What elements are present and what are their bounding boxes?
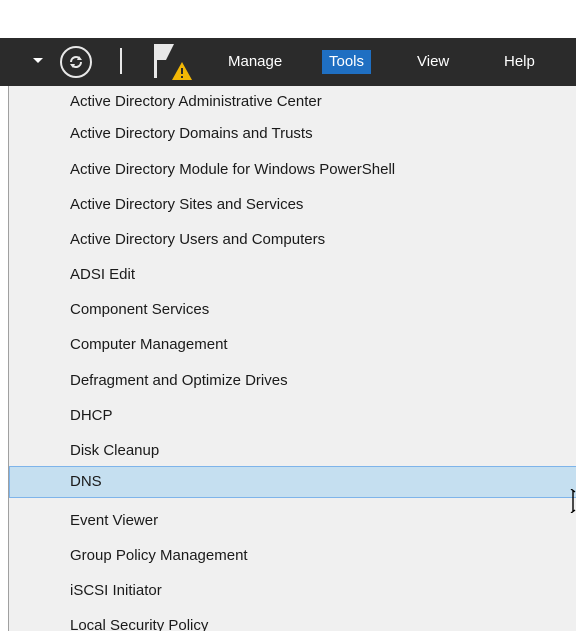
menu-item-label: iSCSI Initiator (70, 582, 162, 599)
menu-item-adsi-edit[interactable]: ADSI Edit (9, 259, 576, 291)
menu-item-label: Event Viewer (70, 512, 159, 529)
menu-view[interactable]: View (410, 50, 456, 74)
menu-item-disk-cleanup[interactable]: Disk Cleanup (9, 435, 576, 467)
menu-help[interactable]: Help (497, 50, 542, 74)
menu-item-label: Active Directory Module for Windows Powe… (70, 161, 396, 178)
toolbar-separator (120, 48, 122, 74)
menu-item-label: Active Directory Domains and Trusts (70, 125, 313, 142)
menu-item-group-policy[interactable]: Group Policy Management (9, 540, 576, 572)
menu-item-label: DNS (70, 473, 102, 490)
tools-dropdown-menu: Active Directory Administrative Center A… (8, 86, 576, 631)
menu-item-ad-admin-center[interactable]: Active Directory Administrative Center (9, 86, 576, 118)
flag-warning-icon[interactable] (152, 42, 196, 82)
mouse-cursor-icon (570, 489, 576, 513)
menu-manage[interactable]: Manage (221, 50, 289, 74)
menu-item-label: Local Security Policy (70, 617, 209, 631)
menu-item-label: Computer Management (70, 336, 228, 353)
menu-tools[interactable]: Tools (322, 50, 372, 74)
menu-item-ad-powershell[interactable]: Active Directory Module for Windows Powe… (9, 154, 576, 186)
menu-item-event-viewer[interactable]: Event Viewer (9, 505, 576, 537)
refresh-button[interactable] (60, 46, 92, 78)
menu-item-label: Active Directory Sites and Services (70, 196, 304, 213)
menu-item-dhcp[interactable]: DHCP (9, 400, 576, 432)
menu-item-label: Active Directory Users and Computers (70, 231, 326, 248)
menu-item-dns[interactable]: DNS (9, 466, 576, 498)
menu-item-ad-users-computers[interactable]: Active Directory Users and Computers (9, 224, 576, 256)
menu-item-label: Active Directory Administrative Center (70, 93, 322, 110)
menu-item-component-services[interactable]: Component Services (9, 294, 576, 326)
chevron-down-icon[interactable] (33, 58, 43, 63)
menu-item-label: Disk Cleanup (70, 442, 160, 459)
menu-item-computer-management[interactable]: Computer Management (9, 329, 576, 361)
menu-item-iscsi-initiator[interactable]: iSCSI Initiator (9, 575, 576, 607)
menu-item-defragment[interactable]: Defragment and Optimize Drives (9, 365, 576, 397)
server-manager-toolbar: Manage Tools View Help (0, 0, 576, 86)
menu-item-ad-domains-trusts[interactable]: Active Directory Domains and Trusts (9, 118, 576, 150)
menu-item-label: DHCP (70, 407, 113, 424)
menu-item-label: ADSI Edit (70, 266, 136, 283)
refresh-icon (70, 56, 82, 68)
menu-item-label: Defragment and Optimize Drives (70, 372, 288, 389)
menu-item-label: Component Services (70, 301, 210, 318)
menu-item-local-security-policy[interactable]: Local Security Policy (9, 610, 576, 631)
menu-item-label: Group Policy Management (70, 547, 248, 564)
menu-item-ad-sites-services[interactable]: Active Directory Sites and Services (9, 189, 576, 221)
